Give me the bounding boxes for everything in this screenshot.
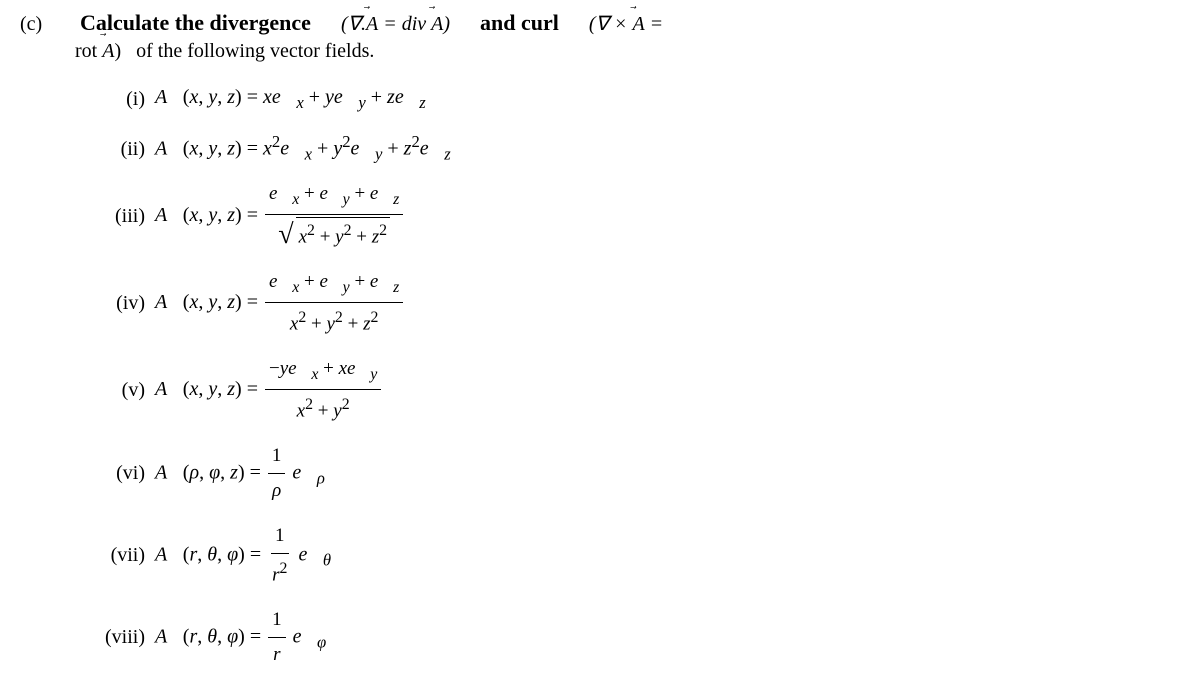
problem-v-label: (v) bbox=[80, 379, 145, 402]
problem-viii-eq: A⃗(r, θ, φ) = 1 r e⃗φ bbox=[155, 605, 326, 671]
problem-iii-label: (iii) bbox=[80, 205, 145, 228]
problem-iii-eq: A⃗(x, y, z) = e⃗x + e⃗y + e⃗z √ x2 + y2 … bbox=[155, 179, 405, 253]
problem-iv-eq: A⃗(x, y, z) = e⃗x + e⃗y + e⃗z x2 + y2 + … bbox=[155, 267, 405, 340]
problem-viii-label: (viii) bbox=[80, 626, 145, 649]
problems-container: (i) A⃗(x, y, z) = xe⃗x + ye⃗y + ze⃗z (ii… bbox=[80, 79, 1180, 671]
problem-iv: (iv) A⃗(x, y, z) = e⃗x + e⃗y + e⃗z x2 + … bbox=[80, 267, 1180, 340]
div-notation: (∇.A⃗ = div A⃗) bbox=[341, 11, 450, 36]
problem-iv-label: (iv) bbox=[80, 292, 145, 315]
problem-ii-eq: A⃗(x, y, z) = x2e⃗x + y2e⃗y + z2e⃗z bbox=[155, 129, 451, 168]
header-title: Calculate the divergence bbox=[80, 10, 311, 36]
problem-vii: (vii) A⃗(r, θ, φ) = 1 r2 e⃗θ bbox=[80, 521, 1180, 591]
problem-iii: (iii) A⃗(x, y, z) = e⃗x + e⃗y + e⃗z √ x2… bbox=[80, 179, 1180, 253]
page-container: (c) Calculate the divergence (∇.A⃗ = div… bbox=[0, 0, 1200, 689]
part-label: (c) bbox=[20, 13, 50, 36]
problem-vi-eq: A⃗(ρ, φ, z) = 1 ρ e⃗ρ bbox=[155, 441, 325, 507]
problem-i-label: (i) bbox=[80, 88, 145, 111]
header-line-1: (c) Calculate the divergence (∇.A⃗ = div… bbox=[20, 10, 1180, 36]
header-line-2: rot A⃗) of the following vector fields. bbox=[75, 40, 1180, 63]
problem-i: (i) A⃗(x, y, z) = xe⃗x + ye⃗y + ze⃗z bbox=[80, 79, 1180, 119]
problem-ii: (ii) A⃗(x, y, z) = x2e⃗x + y2e⃗y + z2e⃗z bbox=[80, 129, 1180, 169]
problem-vii-eq: A⃗(r, θ, φ) = 1 r2 e⃗θ bbox=[155, 521, 331, 591]
problem-vii-label: (vii) bbox=[80, 544, 145, 567]
and-curl-label: and curl bbox=[480, 10, 559, 36]
problem-ii-label: (ii) bbox=[80, 138, 145, 161]
problem-viii: (viii) A⃗(r, θ, φ) = 1 r e⃗φ bbox=[80, 605, 1180, 671]
problem-v-eq: A⃗(x, y, z) = −ye⃗x + xe⃗y x2 + y2 bbox=[155, 354, 383, 427]
problem-v: (v) A⃗(x, y, z) = −ye⃗x + xe⃗y x2 + y2 bbox=[80, 354, 1180, 427]
problem-vi: (vi) A⃗(ρ, φ, z) = 1 ρ e⃗ρ bbox=[80, 441, 1180, 507]
problem-vi-label: (vi) bbox=[80, 462, 145, 485]
problem-i-eq: A⃗(x, y, z) = xe⃗x + ye⃗y + ze⃗z bbox=[155, 81, 426, 117]
curl-notation: (∇ × A⃗ = bbox=[589, 11, 663, 36]
